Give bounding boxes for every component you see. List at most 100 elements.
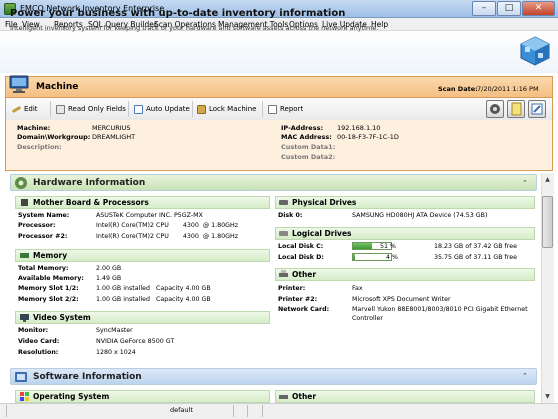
- other-sw-group-title: Other: [292, 392, 317, 401]
- note-icon: [511, 102, 522, 116]
- video-card-label: Video Card:: [18, 338, 60, 345]
- video-group-title: Video System: [33, 313, 91, 322]
- memory-icon: [20, 253, 29, 258]
- processor-label: Processor:: [18, 222, 56, 229]
- available-memory-value: 1.49 GB: [96, 275, 122, 282]
- gear-icon: [490, 104, 500, 114]
- status-separator: [247, 405, 248, 417]
- custom-data1-label: Custom Data1:: [281, 143, 336, 151]
- mac-label: MAC Address:: [281, 133, 332, 141]
- disk-c-percent: 51 %: [380, 243, 396, 250]
- lock-machine-label: Lock Machine: [209, 105, 257, 113]
- scroll-up-arrow-icon[interactable]: ▲: [542, 174, 553, 185]
- scroll-thumb[interactable]: [542, 196, 553, 248]
- export-tool-button[interactable]: [528, 100, 546, 118]
- network-card-value-cont: Controller: [352, 315, 383, 322]
- printer-label: Printer:: [278, 285, 306, 292]
- status-separator: [262, 405, 263, 417]
- lock-icon: [197, 104, 206, 114]
- network-card-label: Network Card:: [278, 306, 330, 313]
- monitor-label: Monitor:: [18, 327, 49, 334]
- memory-slot2-label: Memory Slot 2/2:: [18, 296, 79, 303]
- minimize-button[interactable]: –: [472, 1, 496, 16]
- settings-tool-button[interactable]: [486, 100, 504, 118]
- machine-label: Machine:: [17, 124, 51, 132]
- operating-system-group-title: Operating System: [33, 392, 110, 401]
- software-icon: [15, 372, 27, 382]
- available-memory-label: Available Memory:: [18, 275, 84, 282]
- read-only-fields-label: Read Only Fields: [68, 105, 126, 113]
- disk-c-label: Local Disk C:: [278, 243, 324, 250]
- document-icon: [56, 104, 65, 114]
- inventory-cube-icon: [520, 36, 550, 66]
- edit-label: Edit: [24, 105, 38, 113]
- collapse-chevron-icon[interactable]: ⌃: [522, 179, 528, 187]
- scan-date-value: 7/20/2011 1:16 PM: [477, 85, 539, 93]
- monitor-value: SyncMaster: [96, 327, 133, 334]
- disk-icon: [279, 231, 288, 236]
- resolution-value: 1280 x 1024: [96, 349, 136, 356]
- toolbar-separator: [192, 101, 193, 117]
- status-separator: [233, 405, 234, 417]
- printer2-label: Printer #2:: [278, 296, 318, 303]
- logical-drives-group-title: Logical Drives: [292, 229, 352, 238]
- monitor-icon: [20, 314, 29, 322]
- auto-update-label: Auto Update: [146, 105, 190, 113]
- status-separator: [6, 405, 7, 417]
- notes-tool-button[interactable]: [507, 100, 525, 118]
- printer-icon: [279, 270, 288, 277]
- network-card-value: Marvell Yukon 88E8001/8003/8010 PCI Giga…: [352, 306, 528, 313]
- other-icon: [279, 395, 288, 399]
- status-default-text: default: [170, 406, 193, 414]
- scroll-down-arrow-icon[interactable]: ▼: [542, 391, 553, 402]
- total-memory-label: Total Memory:: [18, 265, 69, 272]
- report-icon: [268, 104, 277, 114]
- disk0-label: Disk 0:: [278, 212, 303, 219]
- read-only-fields-button[interactable]: Read Only Fields: [56, 104, 126, 114]
- other-hw-group-title: Other: [292, 270, 317, 279]
- disk-d-free: 35.75 GB of 37.11 GB free: [434, 254, 517, 261]
- report-button[interactable]: Report: [268, 104, 303, 114]
- edit-button[interactable]: Edit: [11, 104, 38, 114]
- windows-icon: [20, 392, 29, 401]
- description-label: Description:: [17, 143, 62, 151]
- physical-drives-group-title: Physical Drives: [292, 198, 357, 207]
- chip-icon: [21, 199, 28, 206]
- motherboard-group-title: Mother Board & Processors: [33, 198, 149, 207]
- mac-value[interactable]: 00-18-F3-7F-1C-1D: [337, 133, 399, 141]
- collapse-chevron-icon[interactable]: ⌃: [522, 372, 528, 380]
- lock-machine-button[interactable]: Lock Machine: [197, 104, 257, 114]
- export-icon: [531, 103, 543, 115]
- disk-c-free: 18.23 GB of 37.42 GB free: [434, 243, 517, 250]
- custom-data2-label: Custom Data2:: [281, 153, 336, 161]
- processor-value: Intel(R) Core(TM)2 CPU 4300 @ 1.80GHz: [96, 222, 239, 229]
- disk-d-percent: 4 %: [386, 254, 398, 261]
- gear-icon: [15, 177, 27, 189]
- system-name-label: System Name:: [18, 212, 70, 219]
- ip-value[interactable]: 192.168.1.10: [337, 124, 380, 132]
- memory-slot2-value: 1.00 GB installed Capacity 4.00 GB: [96, 296, 211, 303]
- memory-slot1-value: 1.00 GB installed Capacity 4.00 GB: [96, 285, 211, 292]
- printer2-value: Microsoft XPS Document Writer: [352, 296, 451, 303]
- machine-info-panel: [5, 120, 553, 171]
- video-card-value: NVIDIA GeForce 8500 GT: [96, 338, 175, 345]
- disk-d-usage-fill: [353, 254, 355, 260]
- resolution-label: Resolution:: [18, 349, 59, 356]
- disk0-value: SAMSUNG HD080HJ ATA Device (74.53 GB): [352, 212, 488, 219]
- machine-title: Machine: [36, 82, 79, 92]
- disk-c-usage-fill: [353, 243, 373, 249]
- memory-slot1-label: Memory Slot 1/2:: [18, 285, 79, 292]
- toolbar-separator: [128, 101, 129, 117]
- domain-value[interactable]: DREAMLIGHT: [92, 133, 135, 141]
- ip-label: IP-Address:: [281, 124, 324, 132]
- machine-value[interactable]: MERCURIUS: [92, 124, 131, 132]
- banner-subtitle: Intelligent inventory system for keeping…: [10, 24, 379, 32]
- disk-d-label: Local Disk D:: [278, 254, 324, 261]
- memory-group-title: Memory: [33, 251, 68, 260]
- auto-update-button[interactable]: Auto Update: [134, 104, 190, 114]
- close-button[interactable]: ✕: [522, 1, 555, 16]
- hardware-section-title: Hardware Information: [33, 178, 146, 188]
- maximize-button[interactable]: □: [497, 1, 521, 16]
- hard-drive-icon: [279, 200, 288, 205]
- scan-date-label: Scan Date:: [438, 85, 478, 93]
